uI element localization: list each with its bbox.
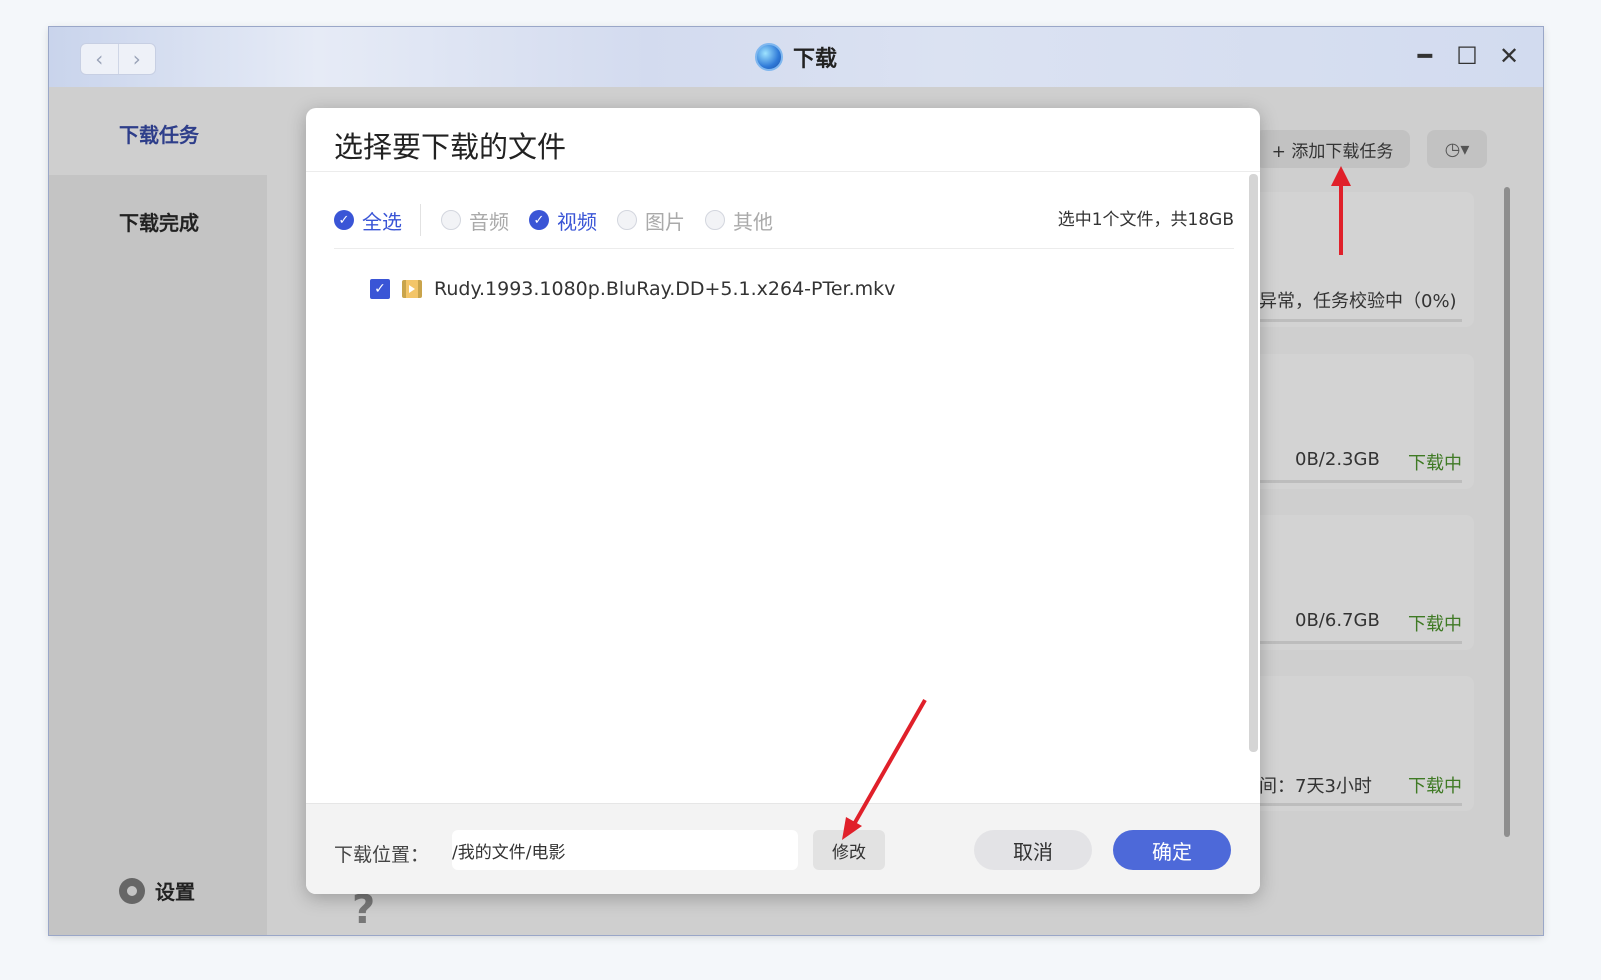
divider (420, 204, 421, 236)
dialog-scrollbar[interactable] (1249, 174, 1258, 752)
video-file-icon (402, 280, 422, 298)
filter-label: 全选 (362, 209, 402, 234)
settings-button[interactable]: 设置 (119, 876, 195, 905)
task-progress-line (1239, 803, 1462, 806)
task-size-text: 0B/2.3GB (1295, 449, 1380, 470)
filter-label: 图片 (645, 209, 685, 234)
task-status-badge: 下载中 (1408, 776, 1462, 797)
confirm-button[interactable]: 确定 (1113, 830, 1231, 870)
close-icon[interactable]: ✕ (1497, 41, 1521, 71)
filter-label: 其他 (733, 209, 773, 234)
task-status-badge: 下载中 (1408, 453, 1462, 474)
task-progress-line (1239, 480, 1462, 483)
gear-icon (119, 877, 145, 904)
minimize-icon[interactable]: ━ (1413, 41, 1437, 71)
checked-circle-icon: ✓ (334, 210, 354, 230)
filter-image[interactable]: 图片 (617, 206, 685, 235)
dialog-title: 选择要下载的文件 (334, 130, 567, 164)
sidebar-item-download-tasks[interactable]: 下载任务 (119, 119, 199, 148)
download-location-input[interactable] (452, 830, 798, 870)
filter-label: 视频 (557, 209, 597, 234)
select-files-dialog: 选择要下载的文件 ✓ 全选 音频 ✓ 视频 图片 其他 选中1个文件，共18GB… (306, 108, 1260, 894)
selection-summary: 选中1个文件，共18GB (1057, 210, 1234, 230)
app-logo-icon (754, 43, 783, 71)
divider (306, 171, 1260, 172)
main-scrollbar[interactable] (1504, 187, 1510, 837)
task-status-badge: 下载中 (1408, 614, 1462, 635)
cancel-button[interactable]: 取消 (974, 830, 1092, 870)
task-progress-line (1239, 641, 1462, 644)
file-list-item[interactable]: ✓ Rudy.1993.1080p.BluRay.DD+5.1.x264-PTe… (370, 278, 895, 300)
unchecked-circle-icon (617, 210, 637, 230)
filter-other[interactable]: 其他 (705, 206, 773, 235)
title-bar: ‹ › 下载 ━ ☐ ✕ (49, 27, 1543, 87)
settings-label: 设置 (155, 880, 195, 904)
task-progress-line (1239, 319, 1462, 322)
file-type-filters: ✓ 全选 音频 ✓ 视频 图片 其他 (334, 204, 793, 236)
checked-circle-icon: ✓ (529, 210, 549, 230)
task-size-text: 0B/6.7GB (1295, 610, 1380, 631)
unchecked-circle-icon (705, 210, 725, 230)
window-controls: ━ ☐ ✕ (1413, 41, 1521, 71)
file-checkbox[interactable]: ✓ (370, 279, 390, 299)
unchecked-circle-icon (441, 210, 461, 230)
task-status-text: 异常，任务校验中（0%) (1259, 291, 1457, 312)
divider (334, 248, 1234, 249)
filter-label: 音频 (469, 209, 509, 234)
modify-location-button[interactable]: 修改 (813, 830, 885, 870)
add-download-task-button[interactable]: + 添加下载任务 (1255, 130, 1410, 168)
filter-select-all[interactable]: ✓ 全选 (334, 206, 402, 235)
sidebar: 下载任务 下载完成 设置 (49, 87, 267, 935)
task-time-text: 间：7天3小时 (1259, 776, 1372, 797)
download-location-label: 下载位置： (334, 844, 430, 866)
window-title-group: 下载 (49, 41, 1543, 73)
sidebar-item-download-complete[interactable]: 下载完成 (119, 207, 199, 236)
file-name: Rudy.1993.1080p.BluRay.DD+5.1.x264-PTer.… (434, 278, 896, 300)
window-title: 下载 (792, 47, 837, 72)
filter-audio[interactable]: 音频 (441, 206, 509, 235)
dialog-footer: 下载位置： 修改 取消 确定 (306, 803, 1260, 894)
maximize-icon[interactable]: ☐ (1455, 41, 1479, 71)
clock-dropdown-icon[interactable]: ◷▾ (1427, 130, 1487, 168)
filter-video[interactable]: ✓ 视频 (529, 206, 597, 235)
